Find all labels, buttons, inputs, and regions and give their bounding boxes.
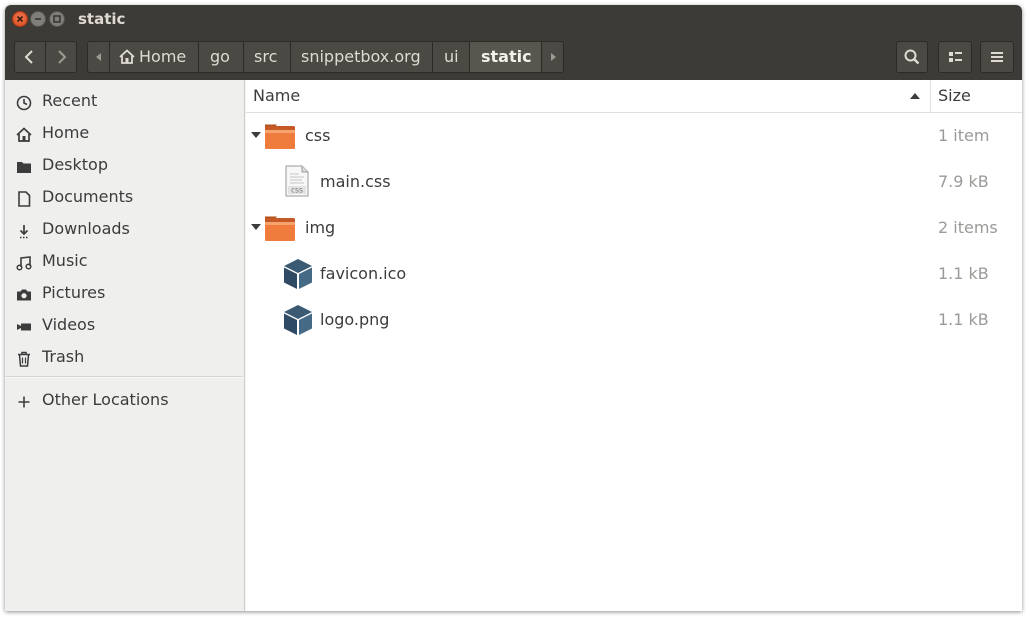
breadcrumb-label: snippetbox.org	[301, 47, 421, 66]
back-button[interactable]	[14, 41, 46, 73]
file-size: 2 items	[938, 218, 998, 237]
folder-icon	[265, 216, 295, 241]
sidebar-item-videos[interactable]: Videos	[5, 311, 243, 341]
file-name: img	[305, 218, 336, 237]
title-bar: static	[5, 5, 1022, 35]
breadcrumb-item-ui[interactable]: ui	[433, 42, 470, 72]
window-title: static	[78, 10, 126, 28]
breadcrumb-item-go[interactable]: go	[199, 42, 244, 72]
sidebar-item-trash[interactable]: Trash	[5, 343, 243, 373]
view-options-icon	[949, 52, 962, 62]
maximize-icon	[53, 15, 61, 23]
sidebar-item-pictures[interactable]: Pictures	[5, 279, 243, 309]
places-sidebar: Recent Home Desktop Documents Downloads …	[5, 80, 245, 611]
sidebar-item-label: Home	[42, 123, 90, 142]
file-row-main-css[interactable]: CSS main.css 7.9 kB	[246, 159, 1022, 205]
home-icon	[16, 127, 32, 142]
column-header-name[interactable]: Name	[253, 86, 300, 105]
sidebar-item-music[interactable]: Music	[5, 247, 243, 277]
svg-text:CSS: CSS	[291, 187, 303, 195]
file-row-img[interactable]: img 2 items	[246, 205, 1022, 251]
sidebar-item-documents[interactable]: Documents	[5, 183, 243, 213]
view-options-button[interactable]	[938, 41, 972, 73]
home-icon	[119, 49, 135, 64]
sidebar-item-desktop[interactable]: Desktop	[5, 151, 243, 181]
breadcrumb: Home go src snippetbox.org ui static	[87, 41, 564, 73]
folder-icon	[17, 162, 31, 173]
file-name: logo.png	[320, 310, 390, 329]
sidebar-item-label: Documents	[42, 187, 134, 206]
file-size: 1.1 kB	[938, 264, 989, 283]
music-icon	[16, 256, 32, 271]
sidebar-item-label: Trash	[42, 347, 85, 366]
trash-icon	[18, 351, 30, 367]
sort-ascending-icon	[910, 93, 920, 99]
main-menu-button[interactable]	[980, 41, 1014, 73]
plus-icon	[18, 396, 30, 408]
sidebar-item-downloads[interactable]: Downloads	[5, 215, 243, 245]
file-row-favicon[interactable]: favicon.ico 1.1 kB	[246, 251, 1022, 297]
minimize-window-button[interactable]	[30, 11, 46, 27]
breadcrumb-item-snippetbox[interactable]: snippetbox.org	[291, 42, 433, 72]
breadcrumb-item-home[interactable]: Home	[110, 42, 199, 72]
sidebar-item-label: Downloads	[42, 219, 130, 238]
sidebar-item-recent[interactable]: Recent	[5, 87, 243, 117]
document-icon	[18, 191, 31, 207]
file-list-view: Name Size css 1 item CSS main.css 7.9 kB…	[246, 80, 1022, 611]
forward-button[interactable]	[45, 41, 77, 73]
chevron-right-icon	[58, 50, 67, 64]
breadcrumb-label: go	[210, 47, 230, 66]
file-size: 1 item	[938, 126, 990, 145]
sidebar-item-label: Videos	[42, 315, 96, 334]
maximize-window-button[interactable]	[49, 11, 65, 27]
sidebar-divider	[5, 376, 243, 378]
breadcrumb-item-static[interactable]: static	[470, 42, 542, 72]
breadcrumb-label: src	[254, 47, 278, 66]
column-header: Name Size	[246, 80, 1022, 113]
clock-icon	[16, 95, 32, 111]
sidebar-item-label: Recent	[42, 91, 98, 110]
sidebar-item-label: Desktop	[42, 155, 108, 174]
package-image-icon	[284, 259, 312, 289]
expander-open-icon[interactable]	[250, 222, 262, 234]
search-button[interactable]	[896, 41, 928, 73]
file-row-css[interactable]: css 1 item	[246, 113, 1022, 159]
file-name: favicon.ico	[320, 264, 407, 283]
toolbar: Home go src snippetbox.org ui static	[5, 35, 1022, 80]
triangle-right-icon	[551, 53, 556, 61]
breadcrumb-scroll-right[interactable]	[542, 42, 563, 72]
folder-icon	[265, 124, 295, 149]
breadcrumb-label: ui	[444, 47, 459, 66]
breadcrumb-label: static	[481, 47, 532, 66]
breadcrumb-label: Home	[139, 47, 187, 66]
package-image-icon	[284, 305, 312, 335]
column-divider[interactable]	[930, 80, 931, 112]
chevron-left-icon	[24, 50, 33, 64]
video-icon	[17, 323, 31, 331]
sidebar-item-other-locations[interactable]: Other Locations	[5, 386, 243, 416]
sidebar-item-label: Music	[42, 251, 88, 270]
breadcrumb-item-src[interactable]: src	[244, 42, 291, 72]
search-icon	[904, 49, 920, 65]
column-header-size[interactable]: Size	[938, 86, 971, 105]
sidebar-item-home[interactable]: Home	[5, 119, 243, 149]
file-row-logo[interactable]: logo.png 1.1 kB	[246, 297, 1022, 343]
file-manager-window: static Home go src snippetbox.org ui sta…	[5, 5, 1022, 611]
close-icon	[16, 15, 24, 23]
file-size: 1.1 kB	[938, 310, 989, 329]
file-name: css	[305, 126, 331, 145]
camera-icon	[17, 289, 31, 301]
breadcrumb-scroll-left[interactable]	[88, 42, 110, 72]
file-size: 7.9 kB	[938, 172, 989, 191]
expander-open-icon[interactable]	[250, 130, 262, 142]
minimize-icon	[35, 18, 41, 20]
sidebar-item-label: Other Locations	[42, 390, 169, 409]
hamburger-menu-icon	[991, 52, 1003, 62]
download-icon	[19, 225, 29, 239]
sidebar-item-label: Pictures	[42, 283, 106, 302]
file-name: main.css	[320, 172, 391, 191]
css-file-icon: CSS	[285, 165, 309, 197]
close-window-button[interactable]	[12, 11, 28, 27]
triangle-left-icon	[96, 53, 101, 61]
